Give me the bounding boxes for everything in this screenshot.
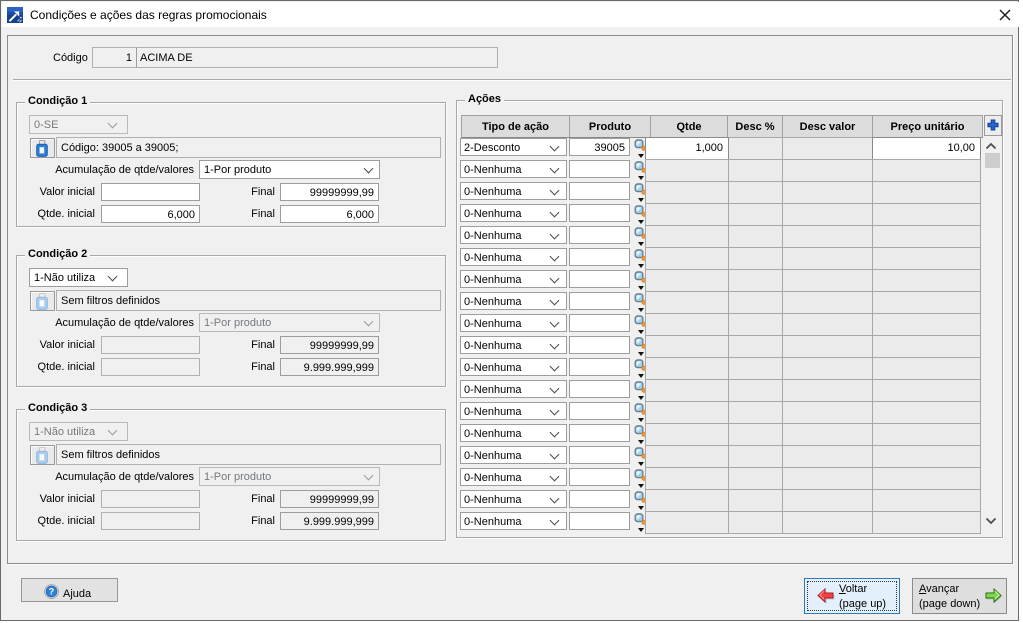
- svg-text:?: ?: [49, 587, 54, 597]
